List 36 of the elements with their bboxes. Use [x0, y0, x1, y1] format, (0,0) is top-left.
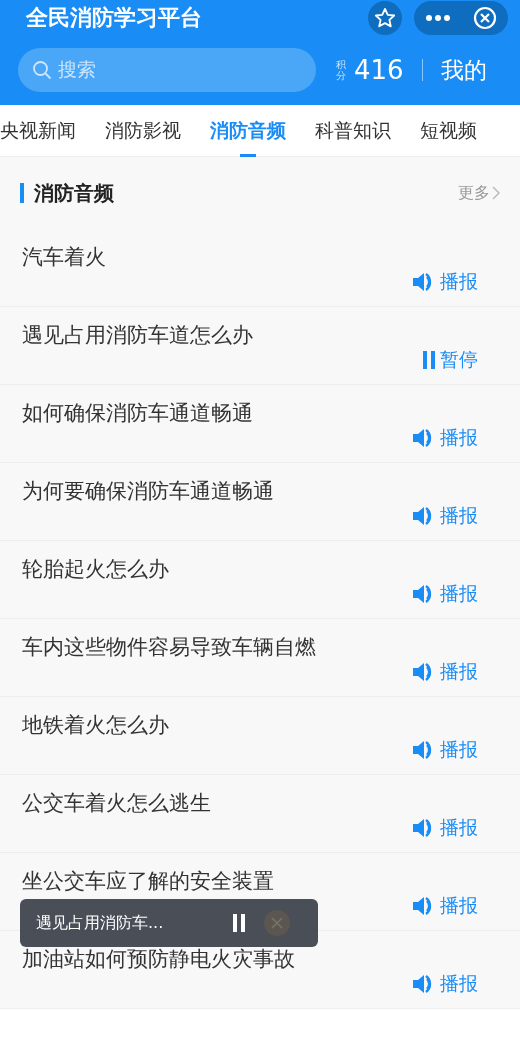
audio-title: 坐公交车应了解的安全装置 — [22, 868, 275, 895]
points-label: 积分 — [336, 59, 346, 81]
audio-title: 轮胎起火怎么办 — [22, 556, 170, 583]
pause-icon[interactable] — [232, 913, 246, 933]
points-value: 416 — [354, 55, 404, 85]
audio-item[interactable]: 如何确保消防车通道畅通 播报 — [0, 385, 520, 463]
player-title: 遇见占用消防车... — [36, 912, 165, 934]
category-tab[interactable]: 央视新闻 — [0, 104, 76, 157]
audio-title: 公交车着火怎么逃生 — [22, 790, 212, 817]
audio-item[interactable]: 汽车着火 播报 — [0, 229, 520, 307]
page-title: 全民消防学习平台 — [25, 4, 203, 32]
audio-item[interactable]: 地铁着火怎么办 播报 — [0, 697, 520, 775]
category-tab[interactable]: 消防影视 — [105, 104, 181, 157]
close-icon — [271, 917, 283, 929]
audio-item[interactable]: 车内这些物件容易导致车辆自燃 播报 — [0, 619, 520, 697]
audio-title: 地铁着火怎么办 — [22, 712, 170, 739]
chevron-icon — [492, 186, 500, 200]
audio-title: 如何确保消防车通道畅通 — [22, 400, 254, 427]
audio-item[interactable]: 公交车着火怎么逃生 播报 — [0, 775, 520, 853]
audio-title: 为何要确保消防车通道畅通 — [22, 478, 275, 505]
star-icon — [374, 7, 396, 29]
audio-title: 汽车着火 — [22, 244, 107, 271]
more-icon[interactable] — [425, 14, 451, 22]
favorite-button[interactable] — [368, 1, 402, 35]
audio-item[interactable]: 遇见占用消防车道怎么办 暂停 — [0, 307, 520, 385]
pause-icon — [422, 350, 436, 370]
category-tab[interactable]: 短视频 — [420, 104, 477, 157]
close-icon[interactable] — [473, 6, 497, 30]
category-tab[interactable]: 科普知识 — [315, 104, 391, 157]
audio-item[interactable]: 轮胎起火怎么办 播报 — [0, 541, 520, 619]
audio-item[interactable]: 为何要确保消防车通道畅通 播报 — [0, 463, 520, 541]
section-title: 消防音频 — [34, 179, 115, 207]
audio-title: 车内这些物件容易导致车辆自燃 — [22, 634, 317, 661]
audio-title: 遇见占用消防车道怎么办 — [22, 322, 254, 349]
audio-title: 加油站如何预防静电火灾事故 — [22, 946, 296, 973]
search-icon — [32, 60, 52, 80]
